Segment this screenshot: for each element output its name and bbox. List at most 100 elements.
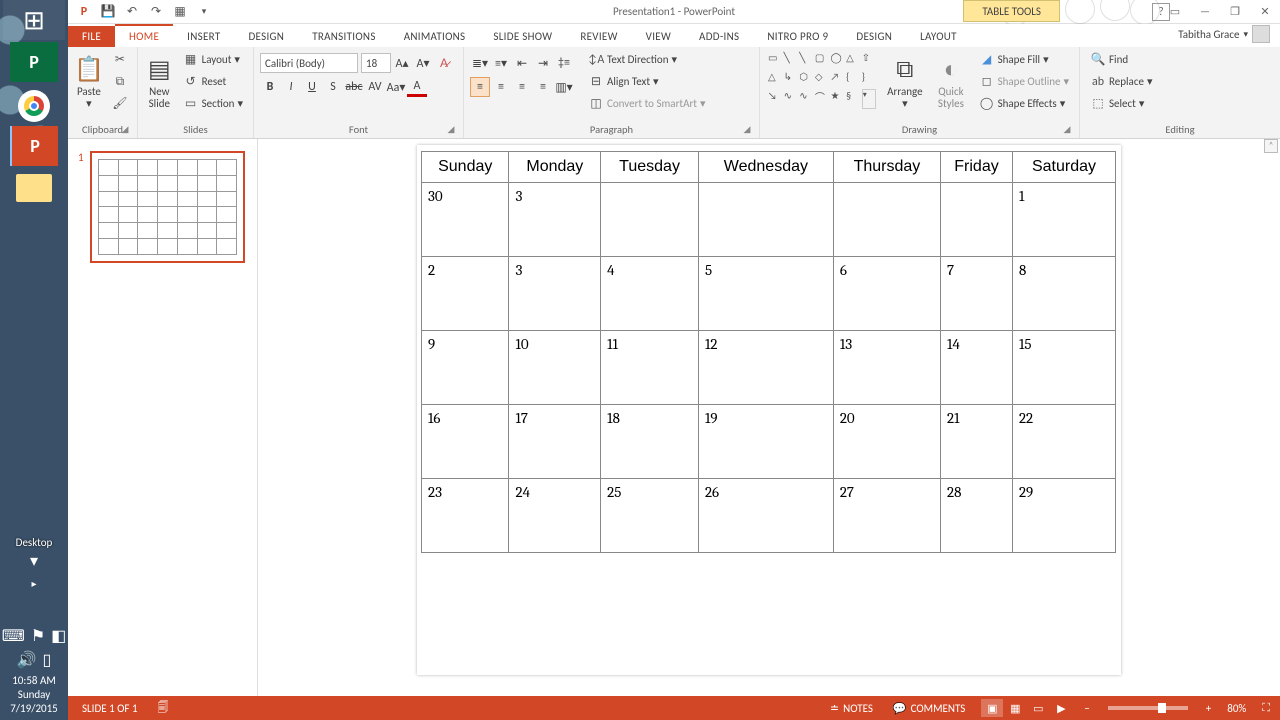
calendar-cell[interactable]: 17 [509, 405, 601, 479]
taskbar-app-explorer[interactable] [16, 174, 52, 202]
shapes-gallery[interactable]: ▭╲╲▢◯△⇧ △↳⬡◇↗{} ↘∿∿⌒★§▾ [766, 49, 878, 111]
shape-outline-button[interactable]: ◻Shape Outline ▾ [975, 71, 1073, 92]
find-button[interactable]: 🔍Find [1086, 49, 1156, 70]
calendar-cell[interactable]: 10 [509, 331, 601, 405]
notes-button[interactable]: ≐ NOTES [826, 702, 877, 715]
tab-slideshow[interactable]: SLIDE SHOW [479, 26, 566, 47]
tray-flag-icon[interactable]: ⚑ [31, 626, 45, 646]
italic-button[interactable]: I [281, 77, 301, 97]
taskbar-app-powerpoint[interactable]: P [10, 126, 58, 166]
calendar-cell[interactable]: 5 [698, 257, 833, 331]
qat-startshow-icon[interactable]: ▦ [170, 2, 190, 22]
tab-file[interactable]: FILE [68, 26, 115, 47]
collapse-ribbon-button[interactable]: ˄ [1264, 139, 1278, 153]
tab-animations[interactable]: ANIMATIONS [390, 26, 480, 47]
spacing-button[interactable]: AV [365, 77, 385, 97]
qat-customize-icon[interactable]: ▾ [194, 2, 214, 22]
ribbon-display-icon[interactable]: ▭ [1160, 0, 1190, 22]
copy-button[interactable]: ⧉ [108, 71, 132, 92]
calendar-cell[interactable]: 15 [1012, 331, 1115, 405]
calendar-cell[interactable]: 24 [509, 479, 601, 553]
tray-action-icon[interactable]: ◧ [51, 626, 66, 646]
bullets-button[interactable]: ≣▾ [470, 53, 490, 73]
format-painter-button[interactable]: 🖌 [108, 93, 132, 114]
tab-nitro[interactable]: NITRO PRO 9 [753, 26, 842, 47]
drawing-launcher[interactable]: ◢ [1061, 124, 1073, 136]
font-launcher[interactable]: ◢ [445, 124, 457, 136]
paragraph-launcher[interactable]: ◢ [741, 124, 753, 136]
qat-undo-icon[interactable]: ↶ [122, 2, 142, 22]
shape-effects-button[interactable]: ◯Shape Effects ▾ [975, 93, 1073, 114]
zoom-value[interactable]: 80% [1223, 702, 1250, 715]
justify-button[interactable]: ≡ [533, 77, 553, 97]
tab-view[interactable]: VIEW [632, 26, 685, 47]
view-slideshow-button[interactable]: ▶ [1050, 699, 1072, 717]
calendar-cell[interactable]: 26 [698, 479, 833, 553]
align-center-button[interactable]: ≡ [491, 77, 511, 97]
font-name-select[interactable]: Calibri (Body) [260, 53, 358, 73]
indent-dec-button[interactable]: ⇤ [512, 53, 532, 73]
calendar-cell[interactable]: 7 [941, 257, 1013, 331]
zoom-out-button[interactable]: − [1084, 702, 1089, 715]
calendar-cell[interactable]: 27 [833, 479, 940, 553]
shrink-font-button[interactable]: A▾ [413, 53, 433, 73]
tab-insert[interactable]: INSERT [173, 26, 234, 47]
calendar-cell[interactable]: 11 [601, 331, 699, 405]
select-button[interactable]: ⬚Select ▾ [1086, 93, 1156, 114]
calendar-header[interactable]: Tuesday [601, 152, 699, 183]
clipboard-launcher[interactable]: ◢ [119, 124, 131, 136]
align-text-button[interactable]: ⊟Align Text ▾ [584, 71, 710, 92]
calendar-cell[interactable]: 9 [422, 331, 509, 405]
change-case-button[interactable]: Aa▾ [386, 77, 406, 97]
qat-redo-icon[interactable]: ↷ [146, 2, 166, 22]
font-size-select[interactable]: 18 [361, 53, 391, 73]
calendar-cell[interactable]: 2 [422, 257, 509, 331]
restore-button[interactable]: ❐ [1220, 0, 1250, 22]
reset-button[interactable]: ↺Reset [179, 71, 247, 92]
tray-volume-icon[interactable]: 🔊 [17, 650, 37, 670]
calendar-cell[interactable]: 1 [1012, 183, 1115, 257]
start-button[interactable]: ⊞ [3, 0, 65, 40]
calendar-cell[interactable]: 19 [698, 405, 833, 479]
comments-button[interactable]: 💬 COMMENTS [889, 702, 969, 715]
minimize-button[interactable]: — [1190, 0, 1220, 22]
status-spell-icon[interactable]: 🗐 [154, 699, 173, 718]
calendar-cell[interactable]: 20 [833, 405, 940, 479]
calendar-header[interactable]: Monday [509, 152, 601, 183]
tray-network-icon[interactable]: ▯ [43, 650, 52, 670]
calendar-cell[interactable]: 6 [833, 257, 940, 331]
slide-thumbnail-1[interactable] [90, 151, 245, 263]
tab-table-design[interactable]: DESIGN [842, 26, 906, 47]
quick-styles-button[interactable]: ◐ Quick Styles [931, 49, 970, 115]
font-color-button[interactable]: A [407, 77, 427, 97]
calendar-header[interactable]: Thursday [833, 152, 940, 183]
calendar-cell[interactable]: 13 [833, 331, 940, 405]
calendar-cell[interactable]: 21 [941, 405, 1013, 479]
calendar-cell[interactable]: 22 [1012, 405, 1115, 479]
tab-review[interactable]: REVIEW [566, 26, 631, 47]
calendar-cell[interactable] [698, 183, 833, 257]
calendar-cell[interactable] [941, 183, 1013, 257]
section-button[interactable]: ▭Section ▾ [179, 93, 247, 114]
columns-button[interactable]: ▥▾ [554, 77, 574, 97]
align-right-button[interactable]: ≡ [512, 77, 532, 97]
calendar-cell[interactable]: 29 [1012, 479, 1115, 553]
tray-keyboard-icon[interactable]: ⌨ [2, 626, 25, 646]
zoom-in-button[interactable]: + [1206, 702, 1211, 715]
shape-fill-button[interactable]: ◢Shape Fill ▾ [975, 49, 1073, 70]
paste-button[interactable]: 📋 Paste▾ [74, 49, 104, 115]
underline-button[interactable]: U [302, 77, 322, 97]
tab-table-layout[interactable]: LAYOUT [906, 26, 971, 47]
text-direction-button[interactable]: ↕AText Direction ▾ [584, 49, 710, 70]
qat-save-icon[interactable]: 💾 [98, 2, 118, 22]
taskbar-app-publisher[interactable]: P [10, 42, 58, 82]
grow-font-button[interactable]: A▴ [392, 53, 412, 73]
calendar-header[interactable]: Friday [941, 152, 1013, 183]
layout-button[interactable]: ▦Layout ▾ [179, 49, 247, 70]
tab-home[interactable]: HOME [115, 24, 173, 47]
status-slide-indicator[interactable]: SLIDE 1 OF 1 [78, 702, 142, 715]
view-sorter-button[interactable]: ▦ [1004, 699, 1026, 717]
align-left-button[interactable]: ≡ [470, 77, 490, 97]
calendar-header[interactable]: Saturday [1012, 152, 1115, 183]
calendar-cell[interactable]: 8 [1012, 257, 1115, 331]
